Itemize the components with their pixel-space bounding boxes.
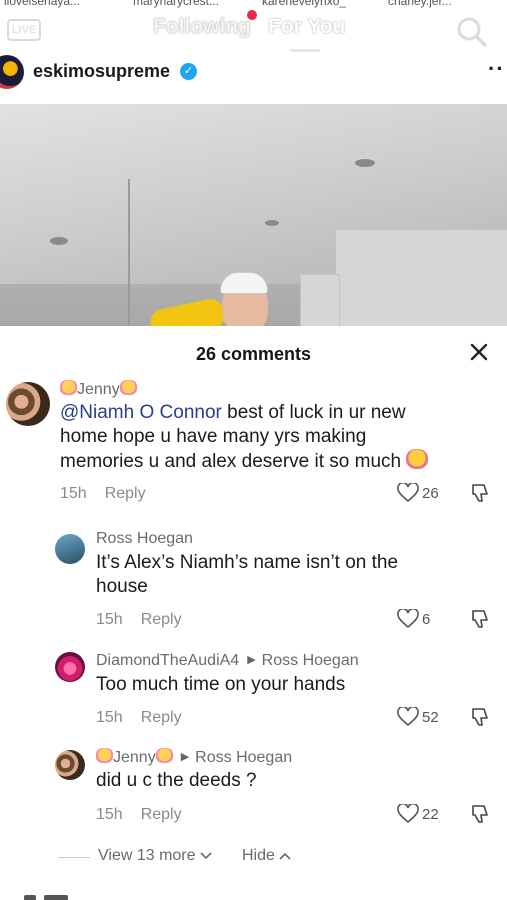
kitchen-cabinet [300,274,340,326]
chevron-up-icon [279,852,291,860]
kitchen-cabinet [335,229,507,326]
comment-username[interactable]: Jenny ▶ Ross Hoegan [96,748,292,767]
reply-button[interactable]: Reply [105,485,146,502]
comment-text: Too much time on your hands [96,674,346,695]
comment-meta: 15h Reply [60,485,146,503]
pendant-lamp [128,179,130,326]
comment-text: did u c the deeds ? [96,770,257,791]
smiling-hearts-emoji-icon [96,748,113,763]
comment-timestamp: 15h [96,611,123,628]
ceiling-light [265,220,279,226]
avatar[interactable] [0,55,24,89]
comment-timestamp: 15h [96,709,123,726]
view-more-row: View 13 more Hide [0,846,507,868]
person-arm [147,296,228,326]
comment-username[interactable]: Jenny [60,380,137,399]
hide-replies-button[interactable]: Hide [242,847,291,865]
reply-button[interactable]: Reply [141,709,182,726]
like-count: 52 [422,709,439,726]
ceiling-light [50,237,68,245]
like-count: 26 [422,485,439,502]
dislike-icon[interactable] [470,608,492,630]
live-indicator-dot [247,10,257,20]
dislike-icon[interactable] [470,482,492,504]
divider [58,857,90,858]
search-icon[interactable] [455,15,489,49]
live-button[interactable]: LIVE [7,19,41,41]
avatar[interactable] [55,750,85,780]
heart-icon[interactable] [397,802,419,824]
comment-meta: 15h Reply [96,806,182,824]
smiling-hearts-emoji-icon [155,748,173,763]
chevron-down-icon [200,852,212,860]
top-bar: ilovelsenaya... maryharycrest... karenev… [0,0,507,52]
smiling-hearts-emoji-icon [119,380,137,395]
comment-timestamp: 15h [60,485,87,502]
comment-text: It’s Alex’s Niamh’s name isn’t on the ho… [96,552,399,597]
comments-sheet: 26 comments Jenny @Niamh O Connor best o… [0,326,507,900]
comment-meta: 15h Reply [96,611,182,629]
reply-button[interactable]: Reply [141,611,182,628]
story-name[interactable]: charley.jer... [388,0,452,8]
story-name[interactable]: maryharycrest... [133,0,219,8]
heart-icon[interactable] [397,705,419,727]
reply-arrow-icon: ▶ [180,751,190,763]
like-count: 22 [422,806,439,823]
close-icon[interactable] [465,338,493,366]
comment-text: @Niamh O Connor best of luck in ur new h… [60,401,480,474]
comment-username[interactable]: Ross Hoegan [96,530,193,548]
tab-following[interactable]: Following [153,15,251,39]
reply-to-user[interactable]: Ross Hoegan [195,749,292,766]
avatar[interactable] [6,382,50,426]
comment-timestamp: 15h [96,806,123,823]
dislike-icon[interactable] [470,803,492,825]
heart-icon[interactable] [397,607,419,629]
dislike-icon[interactable] [470,706,492,728]
reply-arrow-icon: ▶ [247,654,256,666]
author-username[interactable]: eskimosupreme [33,61,170,82]
reply-button[interactable]: Reply [141,806,182,823]
comment-meta: 15h Reply [96,709,182,727]
smiling-hearts-emoji-icon [60,380,77,395]
story-name[interactable]: ilovelsenaya... [4,0,80,8]
heart-icon[interactable] [397,481,419,503]
mention-link[interactable]: @Niamh O Connor [60,402,222,423]
verified-badge-icon: ✓ [180,63,197,80]
comment-username[interactable]: DiamondTheAudiA4 ▶ Ross Hoegan [96,652,359,670]
avatar[interactable] [55,652,85,682]
next-comment-partial [0,893,507,900]
tab-for-you[interactable]: For You [268,15,345,39]
author-row: eskimosupreme ✓ ·· [0,52,507,100]
more-icon[interactable]: ·· [488,56,505,82]
person-cap [220,272,268,294]
story-strip: ilovelsenaya... maryharycrest... karenev… [0,0,507,8]
video-preview[interactable] [0,104,507,326]
avatar[interactable] [55,534,85,564]
reply-to-user[interactable]: Ross Hoegan [262,652,359,669]
smiling-hearts-emoji-icon [406,449,429,469]
comments-count-title: 26 comments [195,344,312,364]
ceiling-light [355,159,375,167]
view-more-replies-button[interactable]: View 13 more [98,847,212,865]
like-count: 6 [422,611,431,628]
story-name[interactable]: karenevelyrixo_ [262,0,346,8]
